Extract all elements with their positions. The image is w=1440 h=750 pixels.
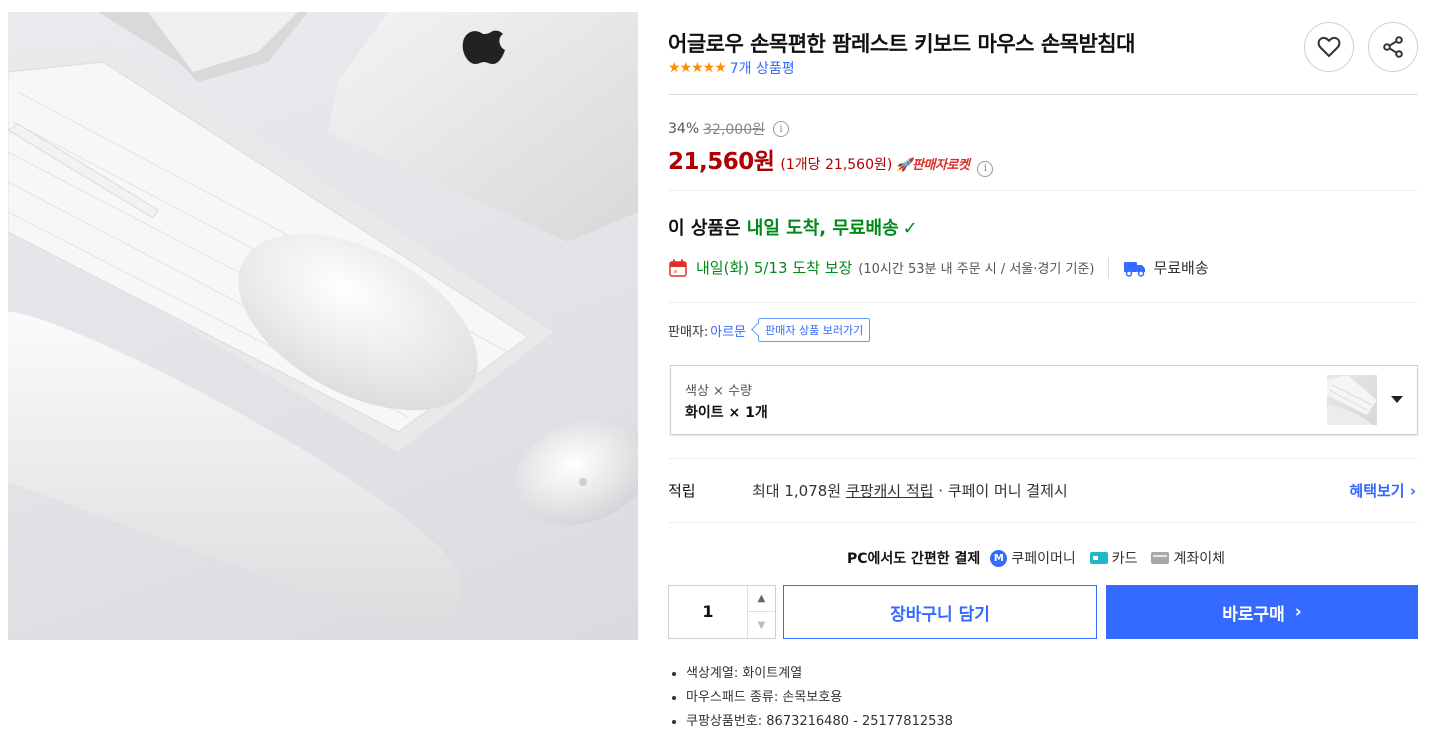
coupang-cash-link[interactable]: 쿠팡캐시 적립 <box>846 482 934 500</box>
divider <box>668 522 1418 523</box>
share-icon <box>1383 36 1403 58</box>
arrival-guarantee: 내일(화) 5/13 도착 보장 <box>696 259 853 277</box>
payment-method-label: 계좌이체 <box>1173 551 1226 567</box>
wishlist-button[interactable] <box>1304 22 1354 72</box>
heart-icon <box>1317 36 1341 57</box>
cash-description: 최대 1,078원 쿠팡캐시 적립 · 쿠페이 머니 결제시 <box>752 480 1068 501</box>
check-icon: ✓ <box>902 218 918 239</box>
quantity-input[interactable]: 1 <box>669 586 747 638</box>
divider <box>668 190 1418 191</box>
coupay-money-method: M 쿠페이머니 <box>990 548 1076 568</box>
option-label: 색상 × 수량 <box>685 384 752 399</box>
sale-price: 21,560원 <box>668 149 775 175</box>
product-main-image <box>8 12 638 640</box>
option-selector[interactable]: 색상 × 수량 화이트 × 1개 <box>670 365 1418 435</box>
product-attributes: 색상계열: 화이트계열 마우스패드 종류: 손목보호용 쿠팡상품번호: 8673… <box>668 662 953 734</box>
buy-now-label: 바로구매 <box>1222 604 1285 625</box>
info-icon[interactable]: i <box>773 121 789 137</box>
delivery-row: 내일(화) 5/13 도착 보장 (10시간 53분 내 주문 시 / 서울·경… <box>668 257 1209 278</box>
seller-row: 판매자: 아르문 판매자 상품 보러가기 <box>668 318 871 342</box>
easy-payment-title: PC에서도 간편한 결제 <box>846 551 981 567</box>
bank-icon <box>1151 552 1170 564</box>
product-info-panel: 어글로우 손목편한 팜레스트 키보드 마우스 손목받침대 ★★★★★ 7개 상품… <box>668 0 1420 750</box>
card-icon <box>1089 552 1108 564</box>
cash-condition: · 쿠페이 머니 결제시 <box>933 482 1068 500</box>
arrival-headline: 이 상품은 내일 도착, 무료배송 ✓ <box>668 214 918 240</box>
view-benefits-link[interactable]: 혜택보기 › <box>1349 480 1416 501</box>
unit-price: (1개당 21,560원) <box>780 157 893 173</box>
product-title: 어글로우 손목편한 팜레스트 키보드 마우스 손목받침대 <box>668 32 1135 56</box>
cash-reward-row: 적립 최대 1,078원 쿠팡캐시 적립 · 쿠페이 머니 결제시 혜택보기 › <box>668 478 1418 502</box>
chevron-down-icon: ▼ <box>757 619 766 631</box>
quantity-decrease-button[interactable]: ▼ <box>747 612 775 638</box>
attribute-item: 마우스패드 종류: 손목보호용 <box>668 686 953 710</box>
chevron-down-icon[interactable] <box>1391 396 1403 403</box>
bank-transfer-method: 계좌이체 <box>1151 548 1225 568</box>
discount-rate: 34% <box>668 121 700 137</box>
buy-now-button[interactable]: 바로구매 › <box>1106 585 1418 639</box>
original-price-row: 34% 32,000원 i <box>668 119 789 139</box>
divider <box>668 458 1418 459</box>
cash-amount: 최대 1,078원 <box>752 482 846 500</box>
chevron-up-icon: ▲ <box>757 593 766 604</box>
option-value: 화이트 × 1개 <box>685 405 768 421</box>
truck-icon <box>1124 261 1146 277</box>
payment-method-label: 카드 <box>1111 551 1138 567</box>
payment-method-label: 쿠페이머니 <box>1011 551 1076 567</box>
sale-price-row: 21,560원 (1개당 21,560원) 🚀판매자로켓 i <box>668 142 994 177</box>
seller-products-button[interactable]: 판매자 상품 보러가기 <box>758 318 871 342</box>
divider <box>1108 257 1110 278</box>
rating-row[interactable]: ★★★★★ 7개 상품평 <box>668 58 795 78</box>
divider <box>668 94 1418 95</box>
coupay-money-icon: M <box>990 549 1008 567</box>
share-button[interactable] <box>1368 22 1418 72</box>
card-method: 카드 <box>1089 548 1138 568</box>
chevron-right-icon: › <box>1294 602 1302 622</box>
attribute-item: 색상계열: 화이트계열 <box>668 662 953 686</box>
original-price: 32,000원 <box>703 122 765 138</box>
order-deadline-note: (10시간 53분 내 주문 시 / 서울·경기 기준) <box>858 262 1095 277</box>
attribute-item: 쿠팡상품번호: 8673216480 - 25177812538 <box>668 710 953 734</box>
divider <box>668 302 1418 303</box>
cash-label: 적립 <box>668 482 696 500</box>
easy-payment-row: PC에서도 간편한 결제 M 쿠페이머니 카드 계좌이체 <box>668 548 1418 568</box>
quantity-increase-button[interactable]: ▲ <box>747 586 775 612</box>
add-to-cart-label: 장바구니 담기 <box>890 604 990 625</box>
free-shipping-label: 무료배송 <box>1153 259 1209 277</box>
review-count-link[interactable]: 7개 상품평 <box>730 58 795 78</box>
info-icon[interactable]: i <box>977 160 994 177</box>
seller-label: 판매자: <box>668 324 709 340</box>
arrival-prefix: 이 상품은 <box>668 218 747 239</box>
arrival-green-text: 내일 도착, 무료배송 <box>746 218 899 239</box>
calendar-icon <box>669 259 687 277</box>
option-thumbnail <box>1327 375 1377 425</box>
quantity-stepper[interactable]: 1 ▲ ▼ <box>668 585 776 639</box>
add-to-cart-button[interactable]: 장바구니 담기 <box>783 585 1097 639</box>
seller-rocket-badge: 🚀판매자로켓 <box>896 158 970 173</box>
rating-stars-icon: ★★★★★ <box>668 60 727 76</box>
seller-name-link[interactable]: 아르문 <box>710 321 746 340</box>
